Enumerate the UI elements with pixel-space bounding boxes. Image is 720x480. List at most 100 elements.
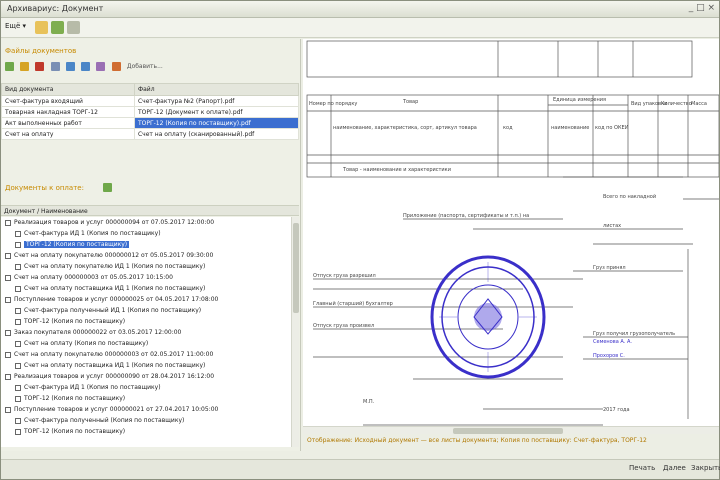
export-icon[interactable]	[111, 62, 121, 71]
head-accountant-label: Главный (старший) бухгалтер	[313, 301, 393, 307]
column-header-doc-type[interactable]: Вид документа	[1, 83, 135, 96]
bottom-bar: Печать Далее Закрыть	[1, 459, 720, 479]
print-icon[interactable]	[96, 62, 106, 71]
table-cell: Счет на оплату (сканированный).pdf	[133, 128, 300, 140]
tree-row-label: Счет-фактура ИД 1 (Копия по поставщику)	[24, 230, 161, 237]
tree-toggle-icon[interactable]	[15, 230, 21, 237]
column-header-file[interactable]: Файл	[133, 83, 300, 96]
tree-row[interactable]: Реализация товаров и услуг 000000090 от …	[1, 371, 299, 382]
tree-toggle-icon[interactable]	[15, 318, 21, 325]
window-controls[interactable]: _ □ ×	[689, 3, 715, 13]
tree-toggle-icon[interactable]	[15, 395, 21, 402]
links-section-title: Документы к оплате:	[5, 184, 84, 192]
settings-icon[interactable]	[67, 21, 80, 34]
table-cell: ТОРГ-12 (Документ к оплате).pdf	[133, 106, 300, 118]
tree-row-label: Счет-фактура полученный ИД 1 (Копия по п…	[24, 307, 202, 314]
released-label: Отпуск груза произвел	[313, 323, 375, 329]
next-button[interactable]: Далее	[663, 464, 686, 472]
col-product-desc: наименование, характеристика, сорт, арти…	[333, 125, 477, 131]
cargo-passed-label: Отпуск груза разрешил	[313, 273, 376, 279]
tree-toggle-icon[interactable]	[15, 362, 21, 369]
tree-row[interactable]: Счет на оплату покупателю 000000012 от 0…	[1, 250, 299, 261]
tree-row[interactable]: Заказ покупателя 000000022 от 03.05.2017…	[1, 327, 299, 338]
tree-row[interactable]: Счет-фактура полученный (Копия по постав…	[1, 415, 299, 426]
tree-toggle-icon[interactable]	[15, 428, 21, 435]
down-icon[interactable]	[81, 62, 91, 71]
refresh-links-icon[interactable]	[103, 183, 112, 192]
tree-row[interactable]: Счет на оплату поставщика ИД 1 (Копия по…	[1, 360, 299, 371]
tree-row-label: Счет на оплату покупателю ИД 1 (Копия по…	[24, 263, 206, 270]
total-label: Всего по накладной	[603, 194, 657, 200]
sheets-label: листах	[603, 223, 622, 229]
tree-row[interactable]: Поступление товаров и услуг 000000025 от…	[1, 294, 299, 305]
col-quantity: Количество	[661, 101, 692, 107]
tree-toggle-icon[interactable]	[5, 219, 11, 226]
app-window: Архивариус: Документ _ □ × Ещё ▾ Файлы д…	[0, 0, 720, 480]
tree-toggle-icon[interactable]	[5, 274, 11, 281]
table-row[interactable]: Товарная накладная ТОРГ-12 ТОРГ-12 (Доку…	[1, 106, 300, 118]
tree-row-label: Реализация товаров и услуг 000000090 от …	[14, 373, 215, 380]
tree-toggle-icon[interactable]	[15, 263, 21, 270]
tree-row-label: Заказ покупателя 000000022 от 03.05.2017…	[14, 329, 182, 336]
folder-icon[interactable]	[20, 62, 30, 71]
table-row[interactable]: Счет-фактура входящий Счет-фактура №2 (Р…	[1, 95, 300, 107]
table-cell: Товарная накладная ТОРГ-12	[1, 106, 135, 118]
tree-row[interactable]: Счет-фактура ИД 1 (Копия по поставщику)	[1, 382, 299, 393]
tree-header[interactable]: Документ / Наименование	[1, 205, 299, 216]
tree-toggle-icon[interactable]	[5, 252, 11, 259]
tree-row-label: Счет на оплату (Копия по поставщику)	[24, 340, 149, 347]
up-icon[interactable]	[65, 62, 75, 71]
tree-row[interactable]: Поступление товаров и услуг 000000021 от…	[1, 404, 299, 415]
tree-row[interactable]: ТОРГ-12 (Копия по поставщику)	[1, 393, 299, 404]
tree-row[interactable]: Счет на оплату покупателю 000000003 от 0…	[1, 349, 299, 360]
tree-row[interactable]: ТОРГ-12 (Копия по поставщику)	[1, 316, 299, 327]
col-row-number: Номер по порядку	[309, 101, 358, 107]
tree-row[interactable]: ТОРГ-12 (Копия по поставщику)	[1, 239, 299, 250]
close-button[interactable]: Закрыть	[691, 464, 720, 472]
add-files-label[interactable]: Добавить...	[127, 63, 163, 70]
print-button[interactable]: Печать	[629, 464, 655, 472]
tree-row-label: Поступление товаров и услуг 000000021 от…	[14, 406, 219, 413]
accepted-label: Груз принял	[593, 265, 626, 271]
official-stamp-seal	[430, 255, 546, 379]
table-cell: Счет-фактура №2 (Рапорт).pdf	[133, 95, 300, 107]
tree-scrollbar[interactable]	[291, 217, 299, 447]
star-icon[interactable]	[35, 21, 48, 34]
table-cell-selected: ТОРГ-12 (Копия по поставщику).pdf	[133, 117, 300, 129]
tree-toggle-icon[interactable]	[5, 351, 11, 358]
add-icon[interactable]	[5, 62, 14, 71]
signature-name-1: Семенова А. А.	[593, 339, 632, 345]
tree-row[interactable]: Счет на оплату (Копия по поставщику)	[1, 338, 299, 349]
more-menu-button[interactable]: Ещё ▾	[5, 22, 26, 30]
tree-toggle-icon[interactable]	[15, 384, 21, 391]
tree-toggle-icon[interactable]	[5, 373, 11, 380]
tree-toggle-icon[interactable]	[5, 406, 11, 413]
tree-row-label: ТОРГ-12 (Копия по поставщику)	[24, 318, 126, 325]
refresh-icon[interactable]	[51, 21, 64, 34]
table-row[interactable]: Акт выполненных работ ТОРГ-12 (Копия по …	[1, 117, 300, 129]
tree-toggle-icon[interactable]	[15, 285, 21, 292]
scrollbar-thumb[interactable]	[453, 428, 563, 434]
tree-row[interactable]: Счет-фактура полученный ИД 1 (Копия по п…	[1, 305, 299, 316]
table-row[interactable]: Счет на оплату Счет на оплату (сканирова…	[1, 128, 300, 140]
tree-row[interactable]: Реализация товаров и услуг 000000094 от …	[1, 217, 299, 228]
tree-row[interactable]: Счет на оплату 000000003 от 05.05.2017 1…	[1, 272, 299, 283]
tree-row[interactable]: Счет-фактура ИД 1 (Копия по поставщику)	[1, 228, 299, 239]
tree-row-label: Счет на оплату поставщика ИД 1 (Копия по…	[24, 285, 206, 292]
delete-icon[interactable]	[35, 62, 45, 71]
tree-row[interactable]: Счет на оплату поставщика ИД 1 (Копия по…	[1, 283, 299, 294]
tree-toggle-icon[interactable]	[15, 340, 21, 347]
tree-toggle-icon[interactable]	[5, 296, 11, 303]
tree-toggle-icon[interactable]	[5, 329, 11, 336]
tree-toggle-icon[interactable]	[15, 417, 21, 424]
tree-row[interactable]: ТОРГ-12 (Копия по поставщику)	[1, 426, 299, 437]
scan-icon[interactable]	[50, 62, 60, 71]
tree-toggle-icon[interactable]	[15, 307, 21, 314]
tree-row-label: Счет-фактура ИД 1 (Копия по поставщику)	[24, 384, 161, 391]
tree-row-label: Счет-фактура полученный (Копия по постав…	[24, 417, 185, 424]
scrollbar-thumb[interactable]	[293, 223, 299, 313]
tree-row[interactable]: Счет на оплату покупателю ИД 1 (Копия по…	[1, 261, 299, 272]
horizontal-scrollbar[interactable]	[303, 426, 719, 434]
table-cell: Счет-фактура входящий	[1, 95, 135, 107]
tree-toggle-icon[interactable]	[15, 241, 21, 248]
